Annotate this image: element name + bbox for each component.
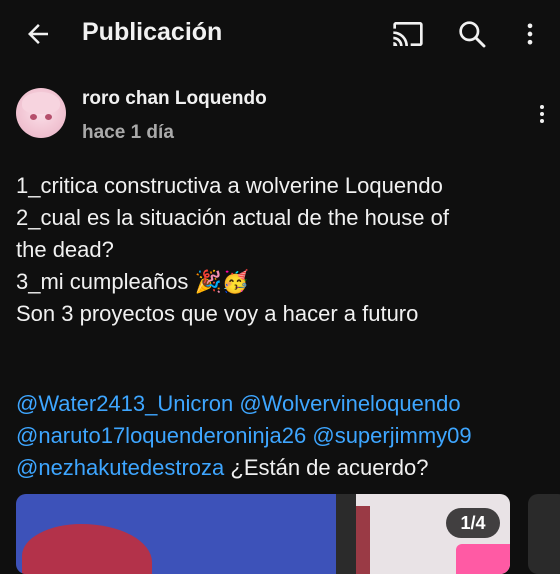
page-title: Publicación <box>82 18 223 46</box>
more-options-button[interactable] <box>510 14 550 54</box>
search-icon <box>459 21 486 48</box>
mention-link[interactable]: @nezhakutedestroza <box>16 455 224 480</box>
back-button[interactable] <box>18 14 58 54</box>
mention-link[interactable]: @naruto17loquenderoninja26 <box>16 423 306 448</box>
post-line: the dead? <box>16 237 114 262</box>
mentions-block: @Water2413_Unicron @Wolvervineloquendo @… <box>16 388 556 484</box>
post-menu-button[interactable] <box>528 96 556 132</box>
post-time: hace 1 día <box>82 122 174 143</box>
cast-icon <box>393 22 423 46</box>
author-name[interactable]: roro chan Loquendo <box>82 88 267 110</box>
post-image[interactable] <box>16 494 510 574</box>
mention-link[interactable]: @Wolvervineloquendo <box>239 391 460 416</box>
more-vert-icon <box>527 23 533 45</box>
avatar[interactable] <box>16 88 66 138</box>
mention-link[interactable]: @Water2413_Unicron <box>16 391 233 416</box>
post-line: 1_critica constructiva a wolverine Loque… <box>16 173 443 198</box>
next-image-preview[interactable] <box>528 494 560 574</box>
post-line: Son 3 proyectos que voy a hacer a futuro <box>16 301 419 326</box>
app-bar: Publicación <box>0 0 560 68</box>
image-counter-badge: 1/4 <box>446 508 500 538</box>
post-line: 3_mi cumpleaños 🎉🥳 <box>16 269 250 294</box>
search-button[interactable] <box>452 14 492 54</box>
post-question: ¿Están de acuerdo? <box>230 455 429 480</box>
more-vert-icon <box>540 105 544 123</box>
arrow-back-icon <box>28 24 48 44</box>
post-text: 1_critica constructiva a wolverine Loque… <box>16 170 546 330</box>
mention-link[interactable]: @superjimmy09 <box>312 423 471 448</box>
cast-button[interactable] <box>388 14 428 54</box>
post-line: 2_cual es la situación actual de the hou… <box>16 205 449 230</box>
